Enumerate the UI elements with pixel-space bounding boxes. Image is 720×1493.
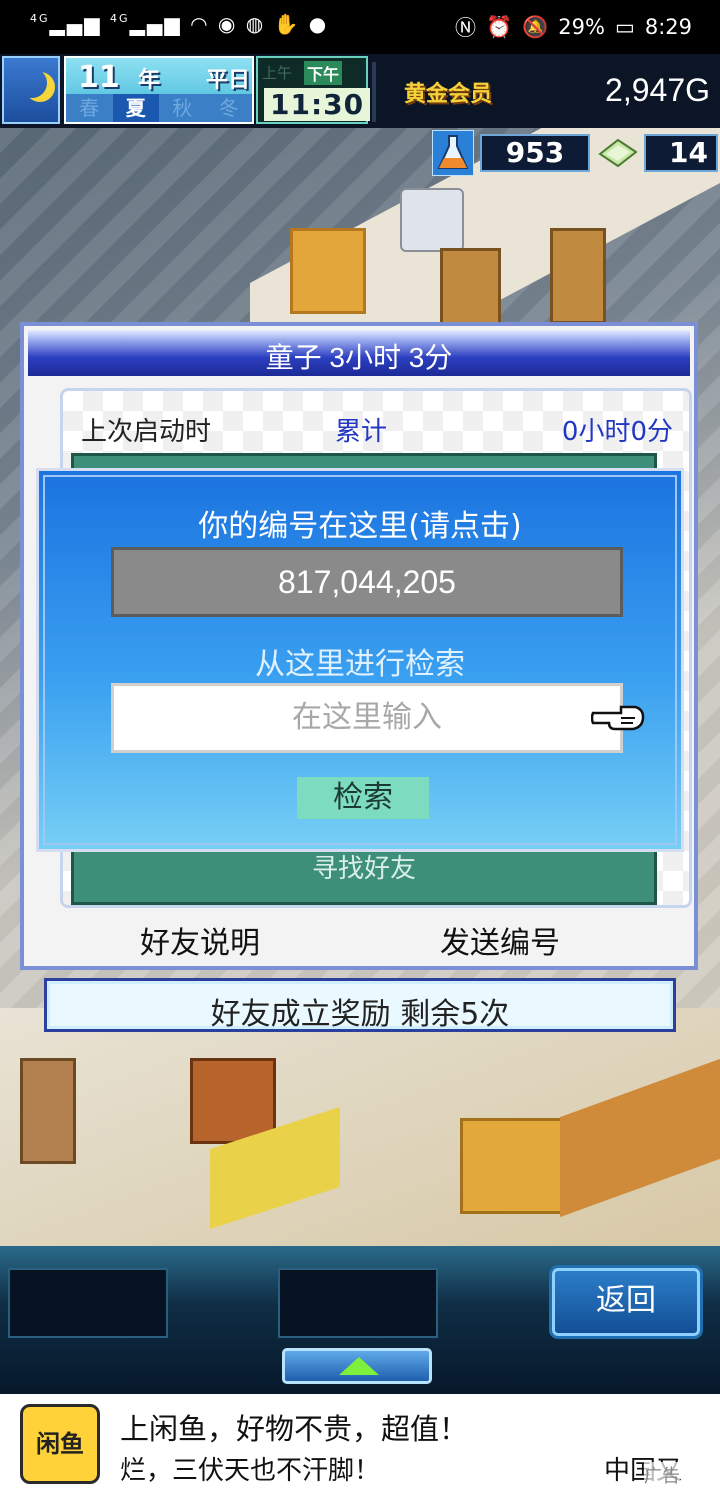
status-right: Ⓝ ⏰ 🔕 29% ▭ 8:29: [455, 12, 692, 42]
season-summer: 夏: [112, 94, 159, 122]
bottom-bar: 返回: [0, 1246, 720, 1394]
search-button[interactable]: 检索: [297, 777, 429, 819]
friend-id-search-input[interactable]: 在这里输入: [111, 683, 623, 753]
eye-icon: ◉: [217, 12, 238, 36]
chat-icon: ●: [308, 12, 329, 36]
last-launch-label: 上次启动时: [81, 417, 212, 447]
find-friend-button[interactable]: 寻找好友: [74, 848, 654, 885]
washing-machine: [400, 188, 464, 252]
ad-banner[interactable]: 闲鱼 上闲鱼，好物不贵，超值！ 烂，三伏天也不汗脚！ 中国又 广告: [0, 1394, 720, 1493]
hud-divider: [372, 62, 376, 122]
game-clock: 11:30: [264, 88, 371, 121]
alarm-icon: ⏰: [485, 14, 513, 39]
weekday-label: 平日: [206, 68, 251, 93]
am-label: 上午: [262, 64, 293, 82]
friend-bonus-text: 好友成立奖励 剩余5次: [210, 997, 510, 1032]
mute-icon: 🔕: [522, 14, 549, 39]
battery-icon: ▭: [614, 15, 635, 39]
time-box: 上午 下午 11:30: [256, 56, 371, 124]
date-box: 11 年 平日 春 夏 秋 冬: [64, 56, 254, 124]
friend-help-button[interactable]: 好友说明: [140, 918, 260, 962]
season-strip: 春 夏 秋 冬: [66, 94, 252, 122]
status-left: 4G▂▄▆ 4G▂▄▆ ◠ ◉ ◍ ✋ ●: [30, 12, 328, 36]
back-button[interactable]: 返回: [552, 1268, 700, 1336]
expand-menu-button[interactable]: [282, 1348, 432, 1384]
network-label-2: 4G: [110, 12, 130, 25]
pointing-hand-icon: [591, 705, 645, 731]
ad-label: 广告: [644, 1462, 680, 1488]
friend-bonus-bar: 好友成立奖励 剩余5次: [44, 978, 676, 1032]
panel-title: 童子 3小时 3分: [265, 342, 453, 373]
resource-bar: 953 14: [430, 130, 718, 176]
search-popup: 你的编号在这里(请点击) 817,044,205 从这里进行检索 在这里输入 检…: [36, 468, 684, 852]
bottom-slot-2[interactable]: [278, 1268, 438, 1338]
nfc-icon: Ⓝ: [454, 16, 476, 40]
game-hud: 11 年 平日 春 夏 秋 冬 上午 下午 11:30 黄金会员 2,947G: [0, 54, 720, 128]
gold-amount: 2,947G: [605, 72, 710, 108]
year-number: 11: [78, 60, 120, 95]
drawer-2: [460, 1118, 566, 1214]
globe-icon: ◍: [245, 12, 266, 36]
accumulated-value: 0小时0分: [561, 417, 673, 447]
bottom-slot-1[interactable]: [8, 1268, 168, 1338]
send-number-button[interactable]: 发送编号: [440, 918, 560, 962]
search-from-label: 从这里进行检索: [255, 647, 465, 682]
drawer: [290, 228, 366, 314]
door-3: [20, 1058, 76, 1164]
ad-headline[interactable]: 上闲鱼，好物不贵，超值！: [120, 1406, 468, 1448]
season-autumn: 秋: [172, 96, 193, 120]
hand-app-icon: ✋: [273, 12, 301, 36]
up-arrow-icon: [339, 1357, 379, 1375]
battery-percent: 29%: [558, 15, 605, 39]
moon-icon[interactable]: [2, 56, 60, 124]
season-spring: 春: [79, 96, 100, 120]
panel-header: 童子 3小时 3分: [28, 330, 690, 376]
your-number-label: 你的编号在这里(请点击): [198, 509, 522, 544]
season-winter: 冬: [218, 96, 239, 120]
network-label: 4G: [30, 12, 50, 25]
flask-count: 953: [480, 134, 590, 172]
ad-logo[interactable]: 闲鱼: [20, 1404, 100, 1484]
ticket-count: 14: [644, 134, 718, 172]
your-id-number[interactable]: 817,044,205: [111, 547, 623, 617]
wifi-icon: ◠: [190, 12, 210, 36]
gold-member-badge: 黄金会员: [404, 82, 493, 107]
flask-icon: [432, 130, 474, 176]
ticket-icon: [598, 138, 638, 168]
status-time: 8:29: [644, 15, 692, 39]
pm-label: 下午: [304, 61, 343, 85]
accumulated-label: 累计: [335, 417, 388, 447]
year-unit: 年: [138, 68, 161, 93]
signal-icon-2: ▂▄▆: [129, 12, 182, 36]
door-2: [550, 228, 606, 324]
signal-icon: ▂▄▆: [49, 12, 102, 36]
status-bar: 4G▂▄▆ 4G▂▄▆ ◠ ◉ ◍ ✋ ● Ⓝ ⏰ 🔕 29% ▭ 8:29: [0, 0, 720, 54]
ad-subline[interactable]: 烂，三伏天也不汗脚！: [120, 1450, 380, 1487]
